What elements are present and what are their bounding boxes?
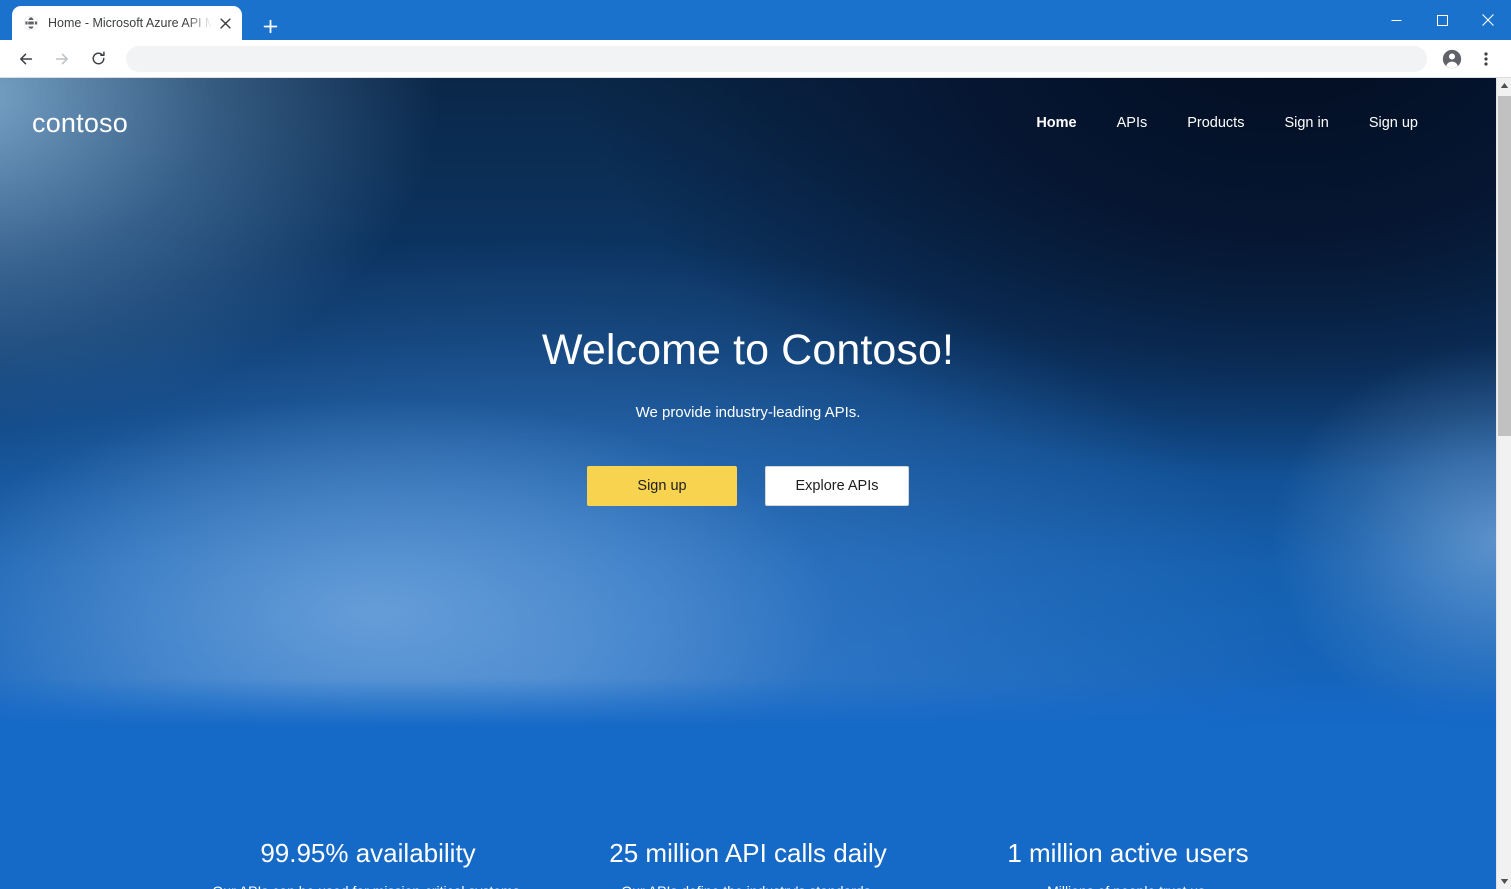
hero-subtitle: We provide industry-leading APIs.	[635, 404, 861, 422]
plus-icon	[263, 19, 277, 33]
page-scrollbar[interactable]	[1496, 78, 1511, 889]
page-viewport: contoso Home APIs Products Sign in Sign …	[0, 78, 1496, 889]
browser-tab[interactable]: Home - Microsoft Azure API Management de…	[12, 6, 242, 40]
developer-portal-page: contoso Home APIs Products Sign in Sign …	[0, 78, 1496, 889]
hero-section: Welcome to Contoso! We provide industry-…	[0, 78, 1496, 778]
stat-item: 25 million API calls daily Our APIs defi…	[558, 838, 938, 889]
profile-avatar-icon[interactable]	[1438, 45, 1466, 73]
browser-window: Home - Microsoft Azure API Management de…	[0, 0, 1511, 889]
stats-section: 99.95% availability Our APIs can be used…	[0, 778, 1496, 889]
window-controls	[1373, 0, 1511, 40]
globe-icon	[22, 15, 39, 32]
stat-title: 99.95% availability	[260, 838, 476, 868]
scroll-down-arrow-icon[interactable]	[1497, 874, 1511, 889]
stat-title: 1 million active users	[1007, 838, 1249, 868]
stat-title: 25 million API calls daily	[609, 838, 887, 868]
close-icon[interactable]	[214, 12, 236, 34]
stat-item: 1 million active users Millions of peopl…	[938, 838, 1318, 889]
new-tab-button[interactable]	[256, 12, 284, 40]
window-close-icon[interactable]	[1465, 0, 1511, 40]
address-bar[interactable]	[126, 45, 1427, 72]
three-dot-menu-icon[interactable]	[1472, 45, 1500, 73]
scrollbar-thumb[interactable]	[1498, 96, 1511, 436]
maximize-icon[interactable]	[1419, 0, 1465, 40]
hero-action-buttons: Sign up Explore APIs	[587, 466, 909, 507]
explore-apis-button[interactable]: Explore APIs	[765, 466, 909, 507]
sign-up-button[interactable]: Sign up	[587, 466, 737, 507]
stat-description: Our APIs define the industry's standards…	[572, 883, 924, 889]
hero-title: Welcome to Contoso!	[541, 326, 955, 374]
back-arrow-icon[interactable]	[11, 44, 41, 74]
browser-title-bar: Home - Microsoft Azure API Management de…	[0, 0, 1511, 40]
browser-toolbar	[0, 40, 1511, 78]
toolbar-right-group	[1435, 45, 1503, 73]
stat-description: Our APIs can be used for mission-critica…	[192, 883, 544, 889]
reload-icon[interactable]	[83, 44, 113, 74]
browser-tab-title: Home - Microsoft Azure API Management de…	[48, 16, 212, 30]
stat-description: Millions of people trust us.	[952, 883, 1304, 889]
stat-item: 99.95% availability Our APIs can be used…	[178, 838, 558, 889]
minimize-icon[interactable]	[1373, 0, 1419, 40]
scroll-up-arrow-icon[interactable]	[1497, 78, 1511, 93]
forward-arrow-icon	[47, 44, 77, 74]
